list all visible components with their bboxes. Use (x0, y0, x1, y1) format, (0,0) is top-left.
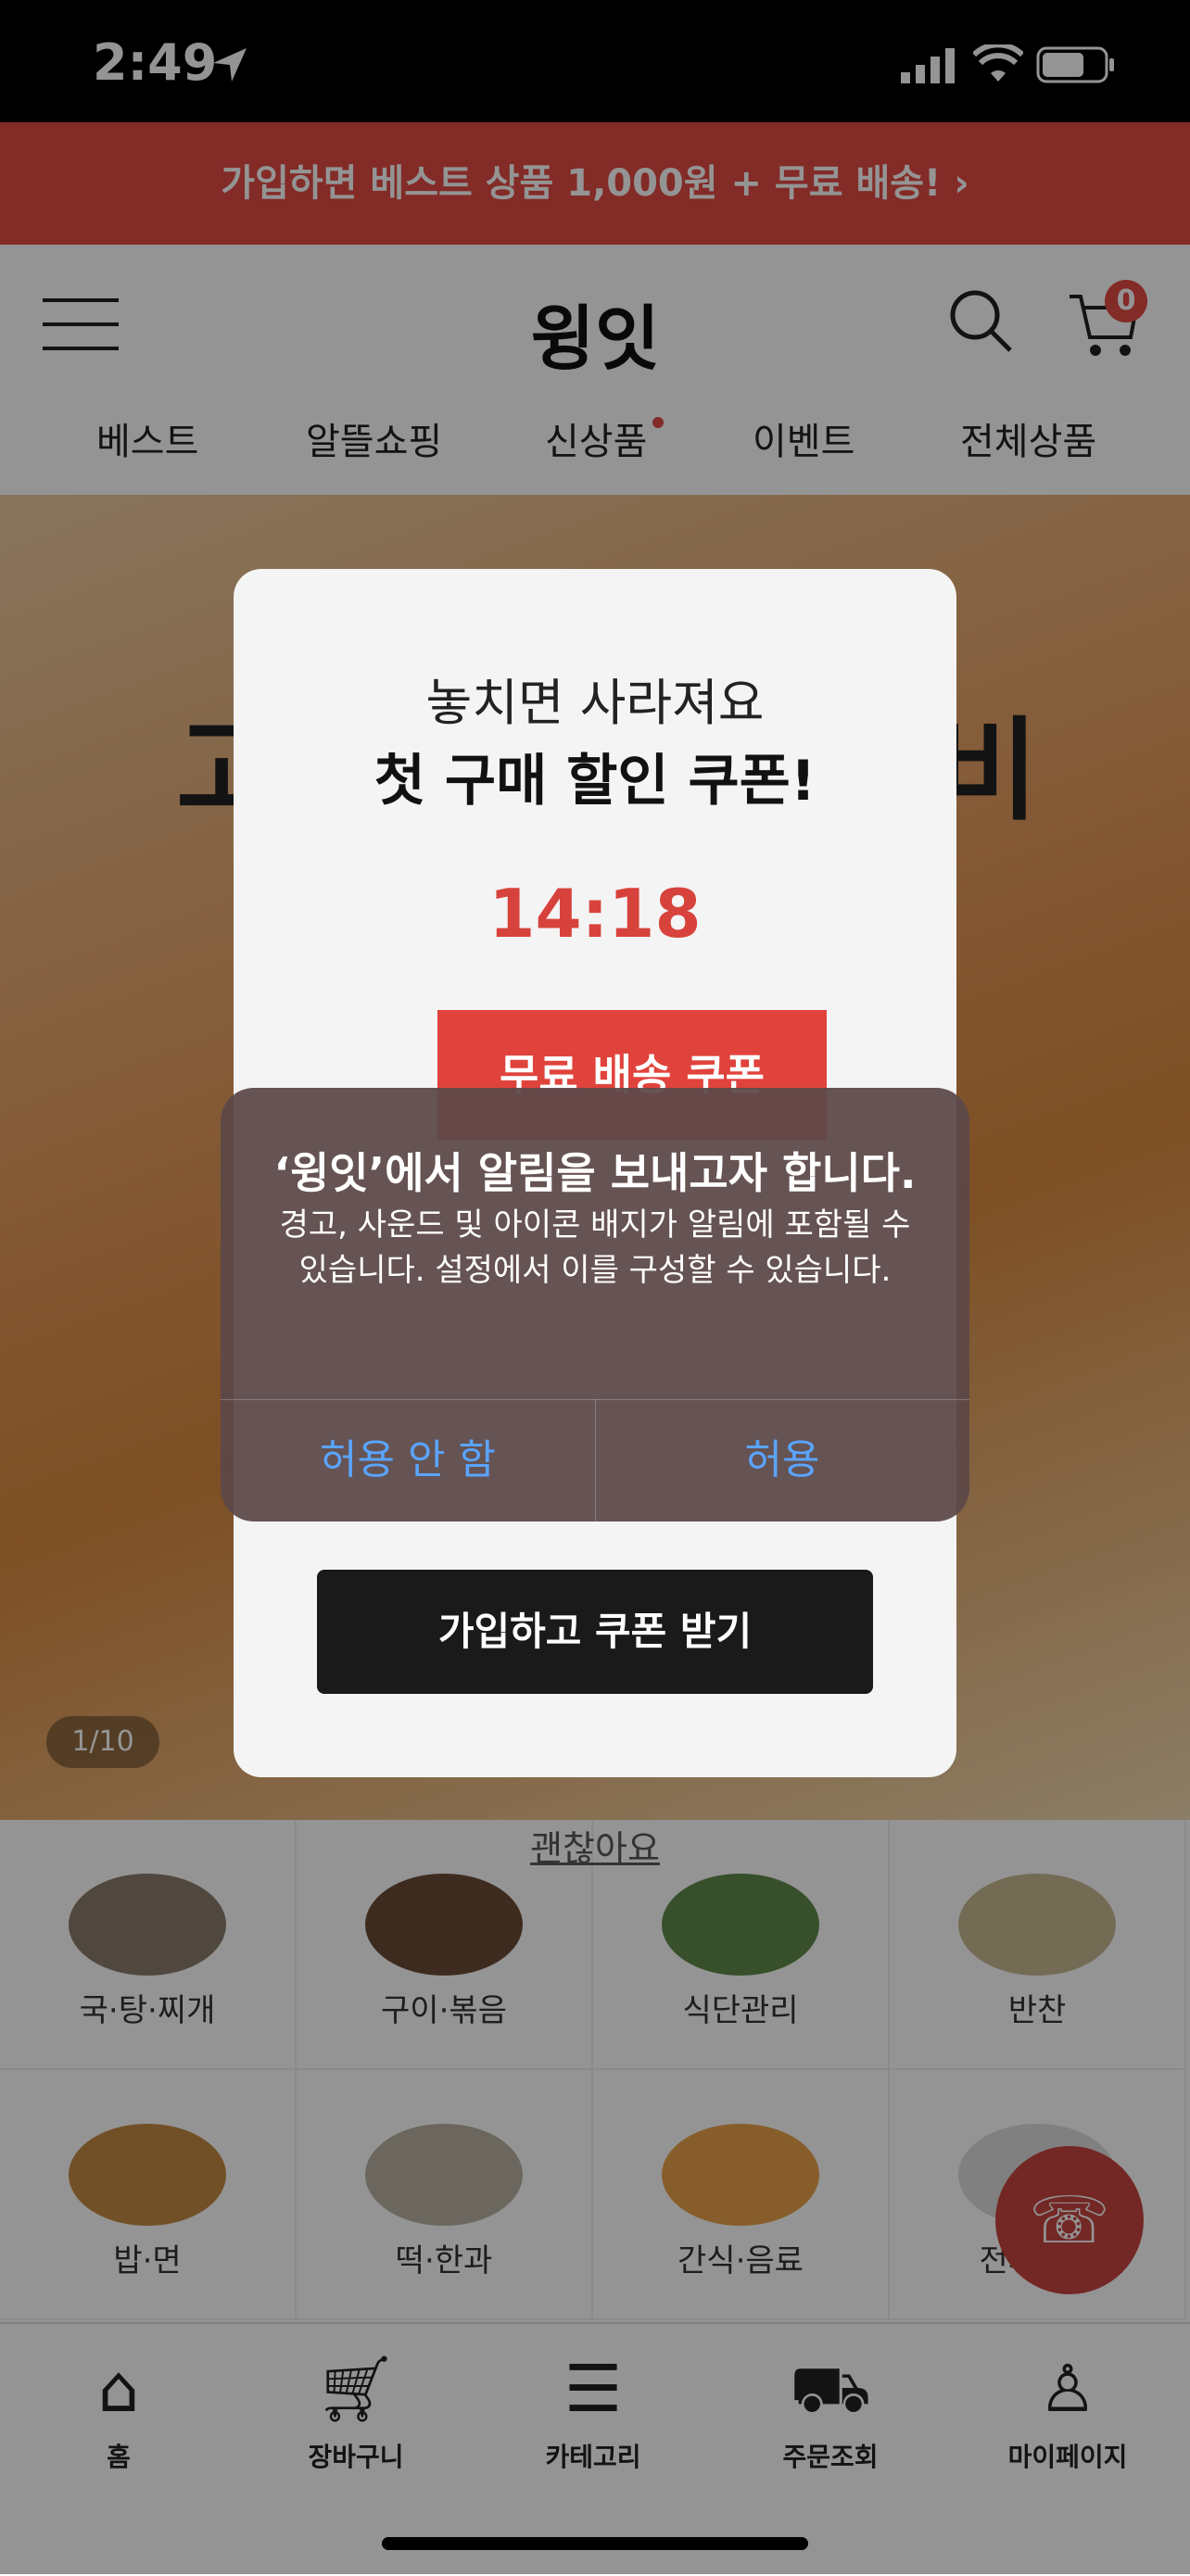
modal-title: 첫 구매 할인 쿠폰! (373, 749, 817, 814)
dismiss-link[interactable]: 괜찮아요 (0, 1820, 1190, 1871)
modal-subtitle: 놓치면 사라져요 (425, 674, 765, 732)
countdown-timer: 14:18 (488, 875, 702, 953)
alert-title: ‘윙잇’에서 알림을 보내고자 합니다. (273, 1148, 917, 1198)
allow-button[interactable]: 허용 (595, 1399, 969, 1522)
notification-permission-alert: ‘윙잇’에서 알림을 보내고자 합니다. 경고, 사운드 및 아이콘 배지가 알… (221, 1088, 969, 1522)
join-get-coupon-button[interactable]: 가입하고 쿠폰 받기 (317, 1570, 873, 1694)
alert-message: 경고, 사운드 및 아이콘 배지가 알림에 포함될 수 있습니다. 설정에서 이… (279, 1206, 911, 1289)
home-indicator[interactable] (382, 2537, 808, 2550)
deny-button[interactable]: 허용 안 함 (221, 1399, 595, 1522)
